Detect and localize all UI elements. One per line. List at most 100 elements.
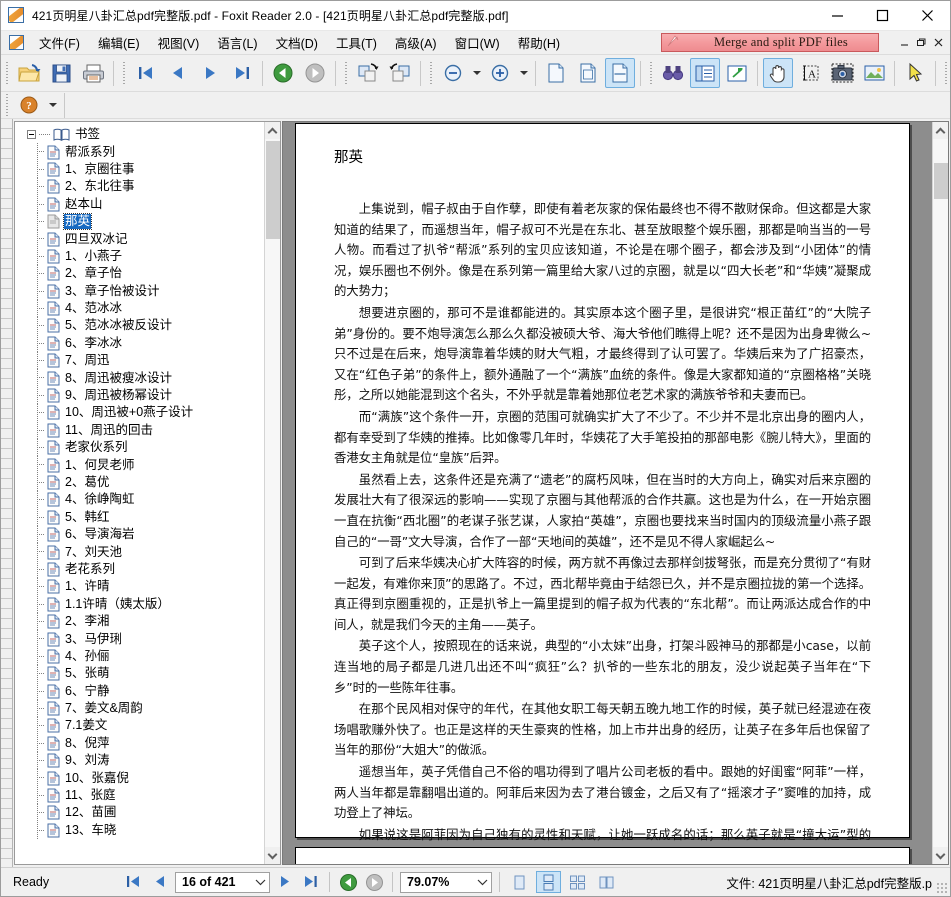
- zoom-out-button[interactable]: [438, 58, 468, 88]
- next-view-button[interactable]: [300, 58, 330, 88]
- merge-split-pdf-banner[interactable]: Merge and split PDF files: [661, 33, 879, 52]
- bookmark-item[interactable]: 6、宁静: [15, 683, 264, 700]
- fit-width-button[interactable]: [605, 58, 635, 88]
- bookmark-item[interactable]: 赵本山: [15, 196, 264, 213]
- image-tool-button[interactable]: [859, 58, 889, 88]
- bookmark-item[interactable]: 7、周迅: [15, 352, 264, 369]
- bookmarks-scroll-up-button[interactable]: [265, 122, 281, 139]
- window-resize-grip[interactable]: [936, 882, 948, 894]
- rotate-group-grip[interactable]: [343, 62, 350, 84]
- bookmark-item[interactable]: 12、苗圃: [15, 804, 264, 821]
- next-page-button[interactable]: [195, 58, 225, 88]
- maximize-button[interactable]: [860, 1, 905, 31]
- bookmark-item[interactable]: 7、刘天池: [15, 543, 264, 560]
- bookmarks-scroll-down-button[interactable]: [265, 847, 281, 864]
- bookmark-item[interactable]: 4、孙俪: [15, 648, 264, 665]
- zoom-in-button[interactable]: [485, 58, 515, 88]
- zoom-group-grip[interactable]: [428, 62, 435, 84]
- first-page-button[interactable]: [131, 58, 161, 88]
- bookmark-item[interactable]: 8、周迅被瘦冰设计: [15, 369, 264, 386]
- document-scrollbar[interactable]: [932, 122, 948, 864]
- bookmark-item[interactable]: 13、车晓: [15, 822, 264, 839]
- bookmark-item[interactable]: 1、小燕子: [15, 248, 264, 265]
- bookmarks-scroll-track[interactable]: [265, 139, 281, 847]
- fit-page-button[interactable]: [573, 58, 603, 88]
- typewriter-group-grip[interactable]: [943, 62, 950, 84]
- zoom-in-dropdown[interactable]: [516, 59, 531, 87]
- bookmark-item[interactable]: 1、京圈往事: [15, 161, 264, 178]
- bookmark-item[interactable]: 1.1许晴（姨太版）: [15, 596, 264, 613]
- bookmark-item[interactable]: 10、张嘉倪: [15, 769, 264, 786]
- bookmark-item[interactable]: 5、张萌: [15, 665, 264, 682]
- print-button[interactable]: [78, 58, 108, 88]
- help-group-grip[interactable]: [4, 94, 11, 116]
- help-button[interactable]: ?: [14, 90, 44, 120]
- document-scroll-down-button[interactable]: [933, 847, 949, 864]
- menu-tools[interactable]: 工具(T): [327, 30, 386, 55]
- single-page-layout-button[interactable]: [507, 871, 532, 893]
- actual-size-button[interactable]: [541, 58, 571, 88]
- menu-file[interactable]: 文件(F): [30, 30, 89, 55]
- zoom-out-dropdown[interactable]: [469, 59, 484, 87]
- bookmark-item[interactable]: 2、李湘: [15, 613, 264, 630]
- status-next-page-button[interactable]: [272, 870, 298, 894]
- help-dropdown[interactable]: [45, 91, 60, 119]
- mdi-close-button[interactable]: [930, 34, 947, 50]
- bookmark-item[interactable]: 5、范冰冰被反设计: [15, 317, 264, 334]
- bookmark-item[interactable]: 老花系列: [15, 561, 264, 578]
- menu-document[interactable]: 文档(D): [267, 30, 327, 55]
- bookmark-item[interactable]: 4、范冰冰: [15, 300, 264, 317]
- bookmark-item[interactable]: 4、徐峥陶虹: [15, 491, 264, 508]
- bookmark-item[interactable]: 帮派系列: [15, 143, 264, 160]
- open-link-button[interactable]: [722, 58, 752, 88]
- minimize-button[interactable]: [815, 1, 860, 31]
- status-first-page-button[interactable]: [121, 870, 147, 894]
- continuous-facing-layout-button[interactable]: [594, 871, 619, 893]
- mdi-minimize-button[interactable]: [896, 34, 913, 50]
- bookmark-item[interactable]: 2、葛优: [15, 474, 264, 491]
- status-previous-view-button[interactable]: [335, 870, 361, 894]
- page-dropdown-button[interactable]: [252, 878, 269, 886]
- bookmark-item[interactable]: 那英: [15, 213, 264, 230]
- continuous-layout-button[interactable]: [536, 871, 561, 893]
- zoom-level-input[interactable]: 79.07%: [400, 872, 492, 893]
- status-next-view-button[interactable]: [361, 870, 387, 894]
- pointer-tool-button[interactable]: [900, 58, 930, 88]
- facing-layout-button[interactable]: [565, 871, 590, 893]
- bookmark-item[interactable]: 3、马伊琍: [15, 630, 264, 647]
- bookmarks-panel-button[interactable]: [690, 58, 720, 88]
- rotate-counterclockwise-button[interactable]: [385, 58, 415, 88]
- zoom-dropdown-button[interactable]: [474, 878, 491, 886]
- mdi-restore-button[interactable]: [913, 34, 930, 50]
- bookmark-item[interactable]: 四旦双冰记: [15, 230, 264, 247]
- find-group-grip[interactable]: [648, 62, 655, 84]
- bookmark-item[interactable]: 5、韩红: [15, 509, 264, 526]
- previous-page-button[interactable]: [163, 58, 193, 88]
- panel-tab-strip[interactable]: [1, 119, 13, 867]
- rotate-clockwise-button[interactable]: [353, 58, 383, 88]
- bookmark-item[interactable]: 11、周迅的回击: [15, 422, 264, 439]
- previous-view-button[interactable]: [268, 58, 298, 88]
- bookmark-item[interactable]: 老家伙系列: [15, 439, 264, 456]
- bookmark-item[interactable]: 2、东北往事: [15, 178, 264, 195]
- collapse-expander-icon[interactable]: [27, 130, 36, 139]
- bookmarks-scrollbar[interactable]: [264, 122, 280, 864]
- save-button[interactable]: [46, 58, 76, 88]
- open-file-button[interactable]: [14, 58, 44, 88]
- bookmark-item[interactable]: 9、刘涛: [15, 752, 264, 769]
- status-previous-page-button[interactable]: [147, 870, 173, 894]
- close-button[interactable]: [905, 1, 950, 31]
- toolbar-grip[interactable]: [4, 62, 11, 84]
- select-text-button[interactable]: A: [795, 58, 825, 88]
- last-page-button[interactable]: [227, 58, 257, 88]
- bookmark-item[interactable]: 11、张庭: [15, 787, 264, 804]
- bookmark-item[interactable]: 1、何炅老师: [15, 456, 264, 473]
- bookmark-item[interactable]: 3、章子怡被设计: [15, 283, 264, 300]
- document-scroll-thumb[interactable]: [934, 163, 948, 199]
- nav-group-grip[interactable]: [121, 62, 128, 84]
- bookmark-item[interactable]: 2、章子怡: [15, 265, 264, 282]
- bookmark-item[interactable]: 6、导演海岩: [15, 526, 264, 543]
- bookmark-item[interactable]: 7.1姜文: [15, 717, 264, 734]
- page-number-input[interactable]: 16 of 421: [175, 872, 270, 893]
- menu-help[interactable]: 帮助(H): [509, 30, 569, 55]
